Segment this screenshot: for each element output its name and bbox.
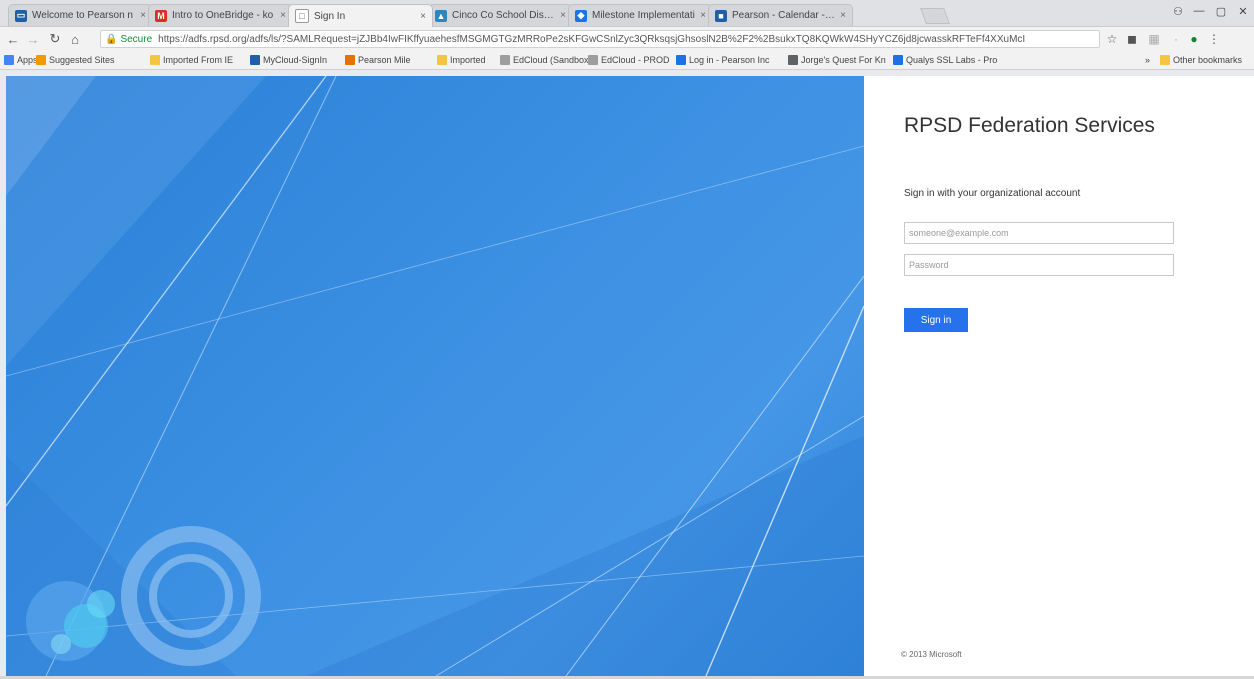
bookmark-item[interactable]: Jorge's Quest For Kn [788, 53, 886, 67]
tab-label: Welcome to Pearson n [32, 10, 133, 21]
url-text: https://adfs.rpsd.org/adfs/ls/?SAMLReque… [158, 33, 1026, 45]
tab-close-icon[interactable]: × [560, 10, 566, 21]
tab-strip: ▭ Welcome to Pearson n × M Intro to OneBridg… [0, 0, 1254, 27]
tab-favicon-icon: ■ [715, 9, 727, 22]
bookmarks-overflow-button[interactable]: » [1145, 53, 1150, 67]
bookmark-label: Qualys SSL Labs - Pro [906, 55, 998, 65]
tab-favicon-icon: ▲ [435, 9, 447, 22]
new-tab-button[interactable] [920, 8, 950, 24]
menu-icon[interactable]: ⋮ [1206, 31, 1222, 47]
bookmark-item[interactable]: MyCloud-SignIn [250, 53, 327, 67]
bookmark-icon [150, 55, 160, 65]
bookmark-label: Apps [17, 55, 38, 65]
tab-label: Cinco Co School Distric [452, 10, 557, 21]
sign-in-panel: RPSD Federation Services Sign in with yo… [864, 76, 1254, 676]
tab-label: Milestone Implementati [592, 10, 695, 21]
browser-tab[interactable]: ■ Pearson - Calendar - Wi × [708, 4, 853, 26]
tab-favicon-icon: ◆ [575, 9, 587, 22]
bookmark-icon [676, 55, 686, 65]
hero-illustration [6, 76, 864, 676]
bookmark-label: Imported From IE [163, 55, 234, 65]
bookmark-label: EdCloud (Sandbox) [513, 55, 592, 65]
tab-favicon-icon: ▭ [15, 9, 27, 22]
bookmark-item[interactable]: Suggested Sites [36, 53, 115, 67]
extension-icon[interactable]: ◼ [1124, 31, 1140, 47]
tab-label: Pearson - Calendar - Wi [732, 10, 837, 21]
bookmarks-bar: Apps Suggested Sites Imported From IE MyClo… [0, 51, 1254, 70]
maximize-icon[interactable]: ▢ [1210, 2, 1232, 20]
bookmark-star-icon[interactable]: ☆ [1104, 31, 1120, 47]
password-field[interactable] [904, 254, 1174, 276]
browser-tab[interactable]: ◆ Milestone Implementati × [568, 4, 713, 26]
bookmark-item[interactable]: EdCloud (Sandbox) [500, 53, 592, 67]
tab-close-icon[interactable]: × [840, 10, 846, 21]
bookmark-item[interactable]: EdCloud - PROD [588, 53, 670, 67]
browser-tab[interactable]: ▭ Welcome to Pearson n × [8, 4, 153, 26]
bookmark-item[interactable]: Log in - Pearson Inc [676, 53, 770, 67]
tab-close-icon[interactable]: × [700, 10, 706, 21]
lock-icon: 🔒 [105, 33, 118, 45]
home-icon[interactable]: ⌂ [66, 30, 84, 48]
extension-icon[interactable]: · [1168, 31, 1184, 47]
bookmark-item[interactable]: Qualys SSL Labs - Pro [893, 53, 997, 67]
address-bar[interactable]: 🔒 Secure https://adfs.rpsd.org/adfs/ls/?… [100, 30, 1100, 48]
username-field[interactable] [904, 222, 1174, 244]
browser-tab[interactable]: M Intro to OneBridge - ko × [148, 4, 293, 26]
sign-in-intro: Sign in with your organizational account [904, 188, 1081, 199]
decorative-graphic [6, 76, 864, 676]
profile-icon[interactable]: ⚇ [1172, 4, 1184, 18]
bookmark-label: Log in - Pearson Inc [689, 55, 770, 65]
bookmark-icon [4, 55, 14, 65]
bookmark-icon [345, 55, 355, 65]
close-window-icon[interactable]: ✕ [1232, 2, 1254, 20]
tab-label: Sign In [314, 10, 346, 22]
bookmark-icon [893, 55, 903, 65]
bookmark-icon [588, 55, 598, 65]
other-bookmarks[interactable]: Other bookmarks [1160, 53, 1242, 67]
bookmark-label: Suggested Sites [49, 55, 115, 65]
tab-label: Intro to OneBridge - ko [172, 10, 274, 21]
bookmark-icon [36, 55, 46, 65]
bookmark-label: MyCloud-SignIn [263, 55, 328, 65]
reload-icon[interactable]: ↻ [46, 30, 64, 48]
forward-icon[interactable]: → [24, 30, 42, 48]
tab-close-icon[interactable]: × [140, 10, 146, 21]
bookmark-item[interactable]: Imported [437, 53, 486, 67]
back-icon[interactable]: ← [4, 30, 22, 48]
browser-toolbar: ← → ↻ ⌂ 🔒 Secure https://adfs.rpsd.org/a… [0, 27, 1254, 51]
browser-tab[interactable]: ▲ Cinco Co School Distric × [428, 4, 573, 26]
bookmark-label: Imported [450, 55, 486, 65]
folder-icon [1160, 55, 1170, 65]
tab-favicon-icon: □ [295, 9, 309, 23]
bookmark-icon [250, 55, 260, 65]
bookmark-item[interactable]: Imported From IE [150, 53, 233, 67]
bookmark-item[interactable]: Pearson Mile [345, 53, 411, 67]
bookmark-item[interactable]: Apps [4, 53, 38, 67]
tab-favicon-icon: M [155, 9, 167, 22]
bookmark-icon [500, 55, 510, 65]
secure-label: Secure [120, 33, 153, 45]
page-title: RPSD Federation Services [904, 114, 1155, 137]
sign-in-button[interactable]: Sign in [904, 308, 968, 332]
bookmark-icon [788, 55, 798, 65]
bookmark-label: Jorge's Quest For Kn [801, 55, 886, 65]
bookmark-label: Pearson Mile [358, 55, 411, 65]
browser-tab[interactable]: □ Sign In × [288, 4, 433, 27]
tab-close-icon[interactable]: × [280, 10, 286, 21]
minimize-icon[interactable]: — [1188, 2, 1210, 20]
bookmark-icon [437, 55, 447, 65]
extension-icon[interactable]: ● [1186, 31, 1202, 47]
bookmark-label: EdCloud - PROD [601, 55, 670, 65]
extension-icon[interactable]: ▦ [1146, 31, 1162, 47]
tab-close-icon[interactable]: × [420, 11, 426, 22]
copyright-footer: © 2013 Microsoft [901, 650, 962, 659]
